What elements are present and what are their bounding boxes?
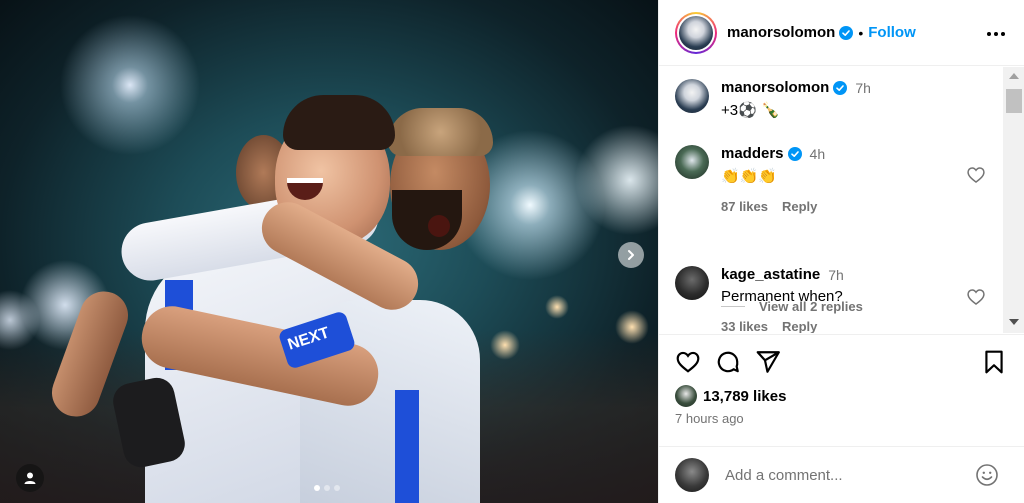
follow-button[interactable]: Follow <box>868 24 916 41</box>
comment-text: +3⚽ 🍾 <box>721 102 780 119</box>
scrollbar-thumb[interactable] <box>1006 89 1022 113</box>
scroll-up-arrow-icon[interactable] <box>1009 73 1019 79</box>
comment-username[interactable]: manorsolomon <box>721 79 829 96</box>
comment-meta: 33 likes Reply <box>721 319 981 333</box>
author-avatar[interactable] <box>675 11 717 54</box>
separator-dot: • <box>858 24 864 41</box>
player-hair <box>388 108 493 156</box>
post-side-panel: manorsolomon • Follow manorsolomon 7h +3… <box>658 0 1024 503</box>
comment-item: kage_astatine 7h Permanent when? 33 like… <box>675 266 981 333</box>
add-comment-bar <box>659 446 1024 503</box>
post-photo[interactable]: NEXT <box>0 0 658 503</box>
like-comment-heart-icon[interactable] <box>966 287 986 307</box>
tagged-users-button[interactable] <box>16 464 44 492</box>
comment-likes[interactable]: 87 likes <box>721 199 768 214</box>
comment-meta: 87 likes Reply <box>721 199 981 214</box>
share-send-icon[interactable] <box>755 349 781 375</box>
post-header: manorsolomon • Follow <box>659 0 1024 66</box>
comment-username[interactable]: kage_astatine <box>721 266 820 283</box>
author-username[interactable]: manorsolomon <box>727 24 835 41</box>
comment-avatar[interactable] <box>675 145 709 179</box>
comment-avatar[interactable] <box>675 266 709 300</box>
stadium-light <box>490 330 520 360</box>
emoji-icon[interactable] <box>975 463 999 487</box>
more-horizontal-icon <box>987 32 1005 36</box>
post-timestamp[interactable]: 7 hours ago <box>675 411 744 426</box>
comment-input[interactable] <box>725 466 955 484</box>
comment-item: madders 4h 👏👏👏 87 likes Reply <box>675 145 981 214</box>
verified-badge-icon <box>787 146 802 161</box>
reply-button[interactable]: Reply <box>782 319 817 333</box>
bookmark-icon <box>985 350 1003 374</box>
carousel-indicator <box>314 485 340 491</box>
carousel-dot <box>314 485 320 491</box>
comment-time[interactable]: 4h <box>810 146 826 162</box>
stadium-light <box>615 310 649 344</box>
post-actions: 13,789 likes 7 hours ago <box>659 334 1024 434</box>
carousel-next-button[interactable] <box>618 242 644 268</box>
more-options-button[interactable] <box>984 22 1008 46</box>
verified-badge-icon <box>833 80 848 95</box>
comments-list[interactable]: manorsolomon 7h +3⚽ 🍾 madders 4h 👏👏👏 87 … <box>659 67 1004 333</box>
comment-item: manorsolomon 7h +3⚽ 🍾 <box>675 79 981 119</box>
comment-bubble-icon[interactable] <box>715 349 741 375</box>
user-icon <box>24 472 36 484</box>
comment-avatar[interactable] <box>675 79 709 113</box>
comment-text: Permanent when? <box>721 288 843 305</box>
current-user-avatar <box>675 458 709 492</box>
likes-summary[interactable]: 13,789 likes <box>675 385 786 407</box>
like-comment-heart-icon[interactable] <box>966 165 986 185</box>
reply-button[interactable]: Reply <box>782 199 817 214</box>
comment-username[interactable]: madders <box>721 145 784 162</box>
stadium-light <box>545 295 569 319</box>
likes-count[interactable]: 13,789 likes <box>703 388 786 405</box>
carousel-dot <box>334 485 340 491</box>
comment-time[interactable]: 7h <box>855 80 871 96</box>
scroll-down-arrow-icon[interactable] <box>1009 319 1019 325</box>
save-button[interactable] <box>981 349 1007 380</box>
comment-likes[interactable]: 33 likes <box>721 319 768 333</box>
comment-time[interactable]: 7h <box>828 267 844 283</box>
comment-text: 👏👏👏 <box>721 168 778 185</box>
like-heart-icon[interactable] <box>675 349 701 375</box>
player-hair <box>283 95 395 150</box>
chevron-right-icon <box>628 250 634 260</box>
liker-avatar[interactable] <box>675 385 697 407</box>
player-mouth <box>428 215 450 237</box>
comments-scrollbar[interactable] <box>1003 67 1024 333</box>
carousel-dot <box>324 485 330 491</box>
verified-badge-icon <box>839 25 854 40</box>
